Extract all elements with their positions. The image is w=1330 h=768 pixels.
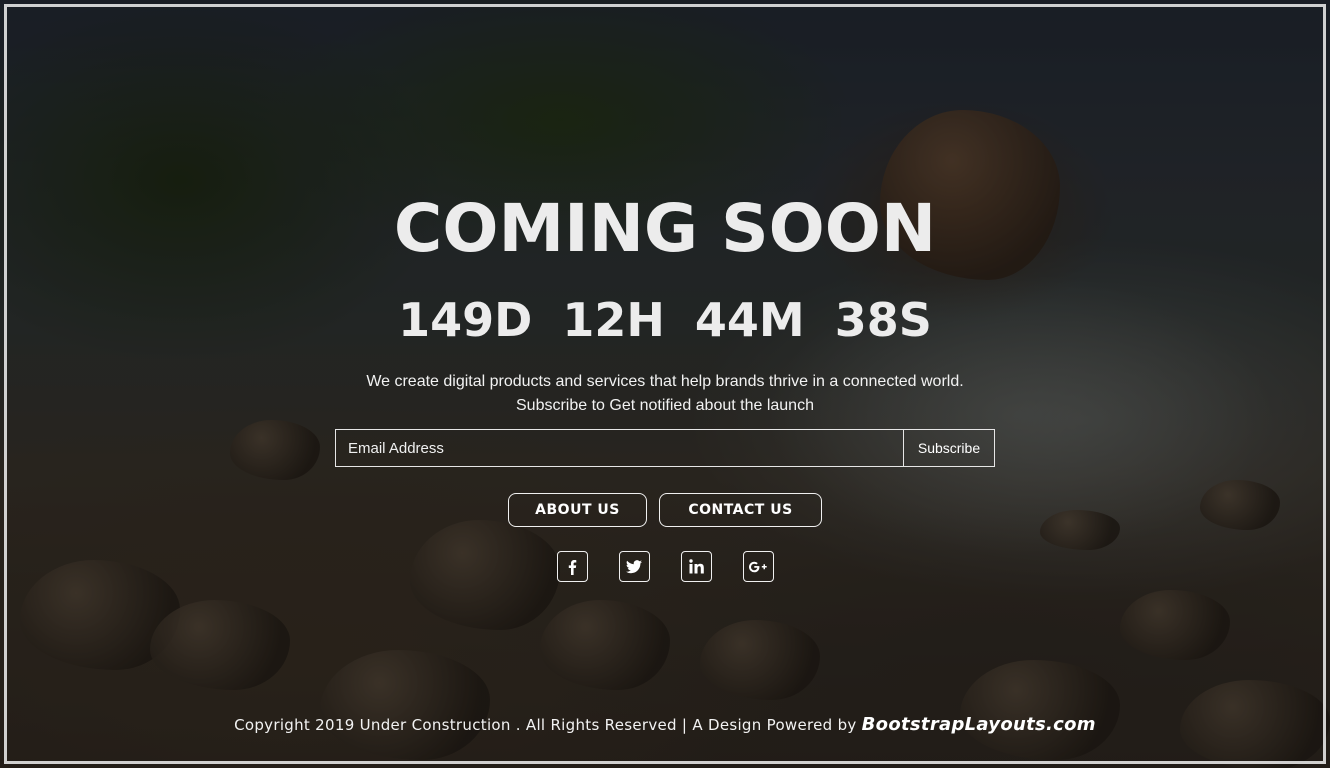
contact-us-button[interactable]: CONTACT US <box>659 493 822 527</box>
linkedin-icon <box>688 559 704 574</box>
email-input[interactable] <box>335 429 903 467</box>
nav-buttons: ABOUT US CONTACT US <box>0 493 1330 527</box>
facebook-link[interactable] <box>556 551 588 582</box>
subscribe-prompt: Subscribe to Get notified about the laun… <box>516 397 814 414</box>
page-title: COMING SOON <box>393 190 937 267</box>
subscribe-form: Subscribe <box>335 429 995 467</box>
countdown-hours: 12H <box>562 293 665 347</box>
countdown-timer: 149D 12H 44M 38S <box>0 290 1330 350</box>
footer: Copyright 2019 Under Construction . All … <box>0 712 1330 738</box>
footer-brand-link[interactable]: BootstrapLayouts.com <box>862 714 1096 735</box>
main-content: COMING SOON 149D 12H 44M 38S We create d… <box>0 0 1330 768</box>
countdown-seconds: 38S <box>834 293 932 347</box>
linkedin-link[interactable] <box>680 551 712 582</box>
countdown-days: 149D <box>398 293 533 347</box>
about-us-button[interactable]: ABOUT US <box>508 493 647 527</box>
social-links <box>0 551 1330 582</box>
subscribe-button[interactable]: Subscribe <box>903 429 995 467</box>
google-plus-link[interactable] <box>742 551 774 582</box>
google-plus-icon <box>748 561 767 572</box>
coming-soon-page: COMING SOON 149D 12H 44M 38S We create d… <box>0 0 1330 768</box>
countdown-minutes: 44M <box>694 293 805 347</box>
footer-copyright: Copyright 2019 Under Construction . All … <box>234 716 857 734</box>
twitter-link[interactable] <box>618 551 650 582</box>
tagline-text: We create digital products and services … <box>366 373 964 390</box>
twitter-icon <box>626 559 642 573</box>
facebook-icon <box>568 559 577 575</box>
